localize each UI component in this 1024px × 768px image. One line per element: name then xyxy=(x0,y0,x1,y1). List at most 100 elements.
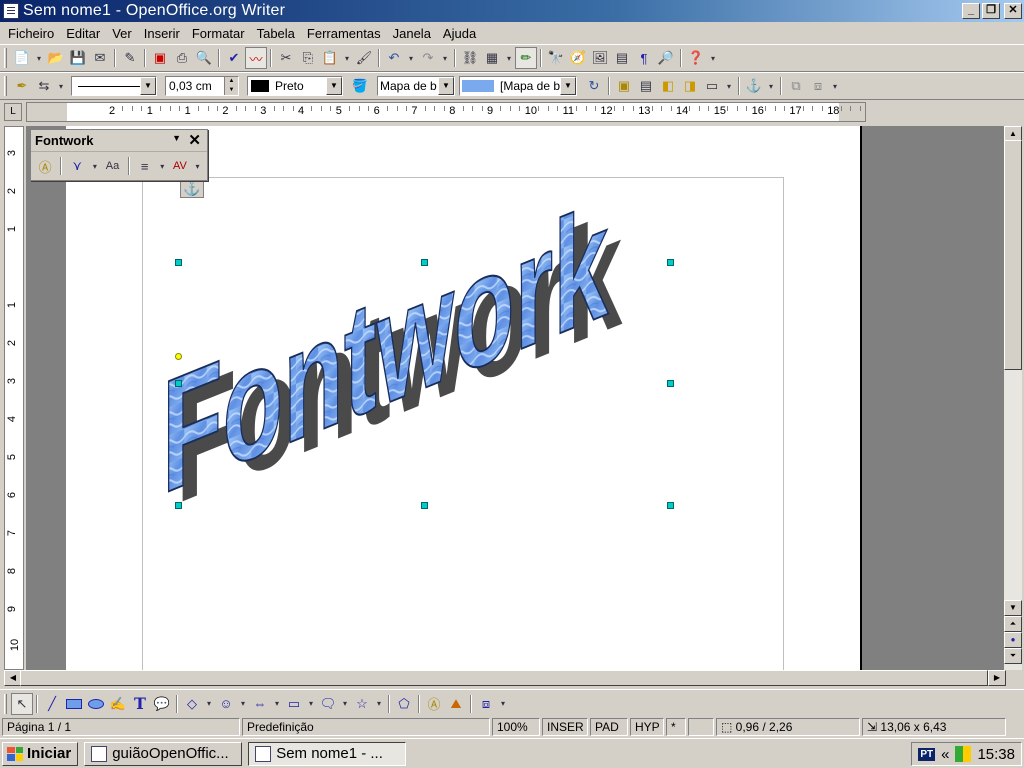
chevron-down-icon[interactable]: ▼ xyxy=(438,77,454,95)
vertical-scrollbar[interactable]: ▲ ▼ ⏶ ● ⏷ xyxy=(1004,126,1022,670)
fontwork-alignment-icon[interactable]: ≡ xyxy=(135,155,155,177)
selection-mode-indicator[interactable]: PAD xyxy=(590,718,628,736)
points-icon[interactable]: ⬠ xyxy=(393,693,415,715)
close-icon[interactable]: ✕ xyxy=(188,131,201,149)
scroll-down-icon[interactable]: ▼ xyxy=(1004,600,1022,616)
line-tool-icon[interactable]: ╱ xyxy=(41,693,63,715)
restore-button[interactable]: ❐ xyxy=(982,3,1000,19)
new-dropdown-icon[interactable]: ▾ xyxy=(33,47,45,69)
arrow-style-dropdown-icon[interactable]: ▾ xyxy=(55,75,67,97)
navigator-icon[interactable]: 🧭 xyxy=(567,47,589,69)
wrap-dropdown-icon[interactable]: ▾ xyxy=(723,75,735,97)
zoom-indicator[interactable]: 100% xyxy=(492,718,540,736)
bring-forward-icon[interactable]: ◧ xyxy=(657,75,679,97)
spin-stepper-icon[interactable]: ▲ ▼ xyxy=(224,77,238,95)
send-to-back-icon[interactable]: ▤ xyxy=(635,75,657,97)
vertical-scroll-thumb[interactable] xyxy=(1004,140,1022,370)
selection-handle[interactable] xyxy=(175,502,182,509)
callouts-icon[interactable]: 🗨 xyxy=(317,693,339,715)
vertical-ruler[interactable]: 3 2 1 1 2 3 4 5 6 7 8 9 10 xyxy=(4,126,24,670)
start-button[interactable]: Iniciar xyxy=(2,741,79,766)
stars-dropdown-icon[interactable]: ▾ xyxy=(373,693,385,715)
callout-tool-icon[interactable]: 💬 xyxy=(151,693,173,715)
undo-icon[interactable]: ↶ xyxy=(383,47,405,69)
tray-app-icon[interactable] xyxy=(955,746,972,762)
menu-inserir[interactable]: Inserir xyxy=(138,26,186,41)
area-fill-select[interactable]: [Mapa de b ▼ xyxy=(459,76,577,96)
toolbar-more-icon[interactable]: ▾ xyxy=(707,47,719,69)
selection-handle[interactable] xyxy=(667,259,674,266)
table-icon[interactable]: ▦ xyxy=(481,47,503,69)
line-color-select[interactable]: Preto ▼ xyxy=(247,76,343,96)
gallery-icon[interactable]: 🖼 xyxy=(589,47,611,69)
arrow-style-icon[interactable]: ⇆ xyxy=(33,75,55,97)
redo-dropdown-icon[interactable]: ▾ xyxy=(439,47,451,69)
digital-signature-indicator[interactable] xyxy=(688,718,714,736)
taskbar-item-guiao[interactable]: guiãoOpenOffic... xyxy=(84,741,243,766)
fontwork-gallery-icon[interactable]: Ⓐ xyxy=(35,155,55,177)
basic-shapes-icon[interactable]: ◇ xyxy=(181,693,203,715)
fontwork-shape-handle[interactable] xyxy=(175,353,182,360)
horizontal-scroll-thumb[interactable] xyxy=(20,670,988,686)
save-icon[interactable]: 💾 xyxy=(67,47,89,69)
zoom-icon[interactable]: 🔎 xyxy=(655,47,677,69)
chevron-down-icon[interactable]: ▼ xyxy=(326,77,342,95)
menu-ver[interactable]: Ver xyxy=(106,26,138,41)
anchor-dropdown-icon[interactable]: ▾ xyxy=(765,75,777,97)
menu-editar[interactable]: Editar xyxy=(60,26,106,41)
flowchart-dropdown-icon[interactable]: ▾ xyxy=(305,693,317,715)
document-page[interactable]: ⚓ Fontwork Fontwork xyxy=(66,126,862,670)
new-document-icon[interactable]: 📄 xyxy=(11,47,33,69)
callouts-dropdown-icon[interactable]: ▾ xyxy=(339,693,351,715)
fontwork-gallery-icon[interactable]: Ⓐ xyxy=(423,693,445,715)
previous-page-icon[interactable]: ⏶ xyxy=(1004,616,1022,632)
help-icon[interactable]: ❓ xyxy=(685,47,707,69)
extrusion-toggle-icon[interactable]: ⧈ xyxy=(475,693,497,715)
paste-dropdown-icon[interactable]: ▾ xyxy=(341,47,353,69)
toolbar-grip[interactable] xyxy=(4,76,7,96)
area-style-select[interactable]: Mapa de b ▼ xyxy=(377,76,455,96)
toolbar-more-icon[interactable]: ▾ xyxy=(497,693,509,715)
navigation-icon[interactable]: ● xyxy=(1004,632,1022,648)
selection-handle[interactable] xyxy=(421,259,428,266)
print-preview-icon[interactable]: 🔍 xyxy=(193,47,215,69)
ungroup-icon[interactable]: ⧈ xyxy=(807,75,829,97)
fontwork-character-spacing-icon[interactable]: AV xyxy=(170,155,190,177)
selection-handle[interactable] xyxy=(421,502,428,509)
redo-icon[interactable]: ↷ xyxy=(417,47,439,69)
wrap-icon[interactable]: ▭ xyxy=(701,75,723,97)
text-tool-icon[interactable]: T xyxy=(129,693,151,715)
rotate-icon[interactable]: ↻ xyxy=(583,75,605,97)
fontwork-shape-dropdown-icon[interactable]: ▾ xyxy=(89,155,100,177)
anchor-icon[interactable]: ⚓ xyxy=(180,178,204,198)
from-file-icon[interactable]: ⛰ xyxy=(445,693,467,715)
line-style-select[interactable]: ▼ xyxy=(71,76,157,96)
group-icon[interactable]: ⧉ xyxy=(785,75,807,97)
print-icon[interactable]: ⎙ xyxy=(171,47,193,69)
symbol-shapes-icon[interactable]: ☺ xyxy=(215,693,237,715)
nonprinting-characters-icon[interactable]: ¶ xyxy=(633,47,655,69)
menu-ferramentas[interactable]: Ferramentas xyxy=(301,26,387,41)
fontwork-alignment-dropdown-icon[interactable]: ▾ xyxy=(157,155,168,177)
next-page-icon[interactable]: ⏷ xyxy=(1004,648,1022,664)
flowchart-icon[interactable]: ▭ xyxy=(283,693,305,715)
close-button[interactable]: ✕ xyxy=(1004,3,1022,19)
freeform-line-icon[interactable]: ✍ xyxy=(107,693,129,715)
chevron-down-icon[interactable]: ▼ xyxy=(172,133,181,143)
spellcheck-icon[interactable]: ✔ xyxy=(223,47,245,69)
table-dropdown-icon[interactable]: ▾ xyxy=(503,47,515,69)
language-indicator[interactable]: PT xyxy=(918,747,936,761)
hyperlink-mode-indicator[interactable]: HYP xyxy=(630,718,664,736)
chevron-down-icon[interactable]: ▼ xyxy=(560,77,576,95)
taskbar-item-sem-nome1[interactable]: Sem nome1 - ... xyxy=(248,741,407,766)
area-fill-bucket-icon[interactable]: 🪣 xyxy=(349,75,371,97)
fontwork-shape-icon[interactable]: ⋎ xyxy=(67,155,87,177)
horizontal-scrollbar[interactable]: ◀ ▶ xyxy=(4,670,1006,686)
page-indicator[interactable]: Página 1 / 1 xyxy=(2,718,240,736)
ellipse-tool-icon[interactable] xyxy=(85,693,107,715)
paste-icon[interactable]: 📋 xyxy=(319,47,341,69)
stars-icon[interactable]: ☆ xyxy=(351,693,373,715)
menu-tabela[interactable]: Tabela xyxy=(251,26,301,41)
block-arrows-icon[interactable]: ⇔ xyxy=(249,693,271,715)
minimize-button[interactable]: _ xyxy=(962,3,980,19)
